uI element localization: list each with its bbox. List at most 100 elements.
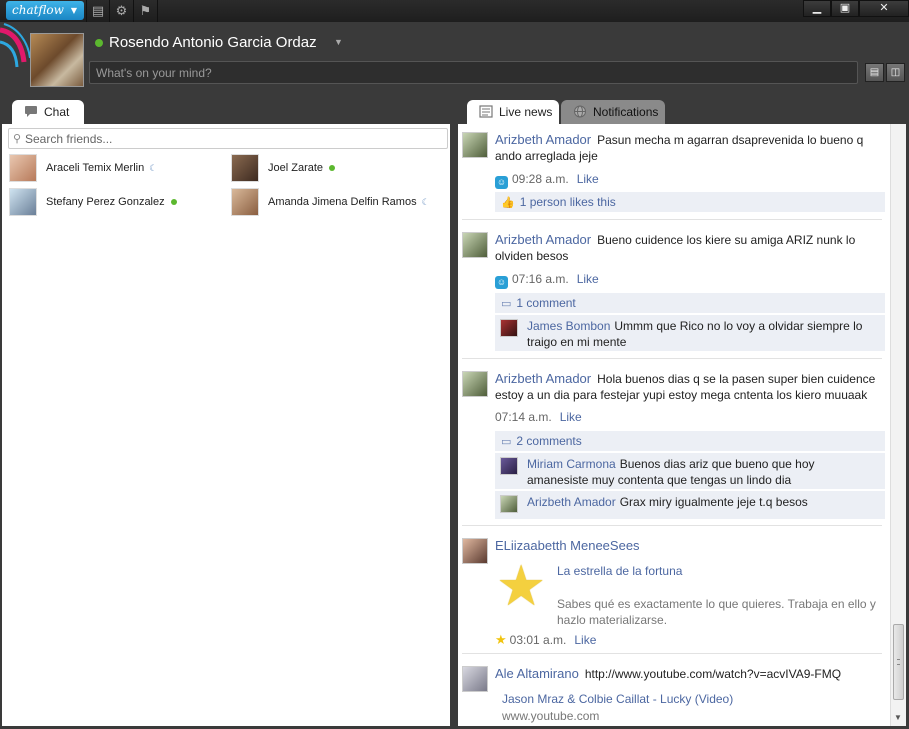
idle-moon-icon: ☾ [421, 197, 430, 207]
divider [462, 525, 882, 526]
single-column-view-icon[interactable]: ▤ [865, 63, 884, 82]
chatflow-menu-button[interactable]: chatflow ▼ [6, 1, 84, 20]
comments-bar[interactable]: ▭ 2 comments [495, 431, 885, 451]
search-friends-input[interactable] [25, 130, 445, 147]
comment-avatar[interactable] [500, 495, 518, 513]
attachment-description: Sabes qué es exactamente lo que quieres.… [557, 597, 876, 627]
minimize-button[interactable]: ▁ [803, 0, 831, 17]
tab-label: Notifications [593, 105, 659, 119]
status-input[interactable] [89, 61, 858, 84]
star-image[interactable]: ★ [496, 558, 546, 614]
comment-avatar[interactable] [500, 319, 518, 337]
toolbar-icons: ▤ ⚙ ⚑ [86, 0, 158, 22]
likes-count: 1 person likes this [519, 195, 616, 209]
comments-bar[interactable]: ▭ 1 comment [495, 293, 885, 313]
post-author[interactable]: Ale Altamirano [495, 666, 579, 681]
comment-author[interactable]: Arizbeth Amador [527, 495, 616, 509]
attachment-domain: www.youtube.com [502, 709, 600, 723]
online-status-icon [170, 199, 177, 205]
feed-scrollbar[interactable]: ▼ [890, 124, 906, 726]
chevron-down-icon: ▼ [70, 6, 77, 15]
post-time: 07:14 a.m. [495, 410, 552, 424]
friend-name: Joel Zarate [268, 162, 324, 174]
comments-count: 1 comment [516, 296, 576, 310]
online-status-icon [329, 165, 336, 171]
tab-label: Chat [44, 105, 70, 119]
comment-text: Grax miry igualmente jeje t.q besos [619, 495, 808, 509]
post-time: 09:28 a.m. [512, 172, 569, 186]
globe-icon [574, 105, 586, 118]
like-link[interactable]: Like [577, 172, 599, 186]
maximize-button[interactable]: ▣ [831, 0, 859, 17]
thumbs-up-icon: 👍 [501, 197, 515, 209]
tab-notifications[interactable]: Notifications [561, 100, 665, 124]
post-avatar[interactable] [462, 371, 488, 397]
scroll-down-arrow-icon[interactable]: ▼ [894, 713, 902, 722]
window-controls: ▁ ▣ ✕ [803, 0, 909, 17]
comment-icon: ▭ [501, 298, 512, 310]
comments-count: 2 comments [516, 434, 582, 448]
post-time: 03:01 a.m. [509, 633, 567, 647]
comment-icon: ▭ [501, 436, 512, 448]
post-author[interactable]: Arizbeth Amador [495, 132, 591, 147]
two-column-view-icon[interactable]: ◫ [886, 63, 905, 82]
tab-chat[interactable]: Chat [12, 100, 84, 124]
friend-avatar [231, 188, 259, 216]
post-author[interactable]: Arizbeth Amador [495, 232, 591, 247]
close-button[interactable]: ✕ [859, 0, 909, 17]
attachment-title[interactable]: La estrella de la fortuna [557, 564, 682, 578]
comment: Arizbeth Amador Grax miry igualmente jeje… [495, 491, 885, 519]
decorative-swoosh [0, 23, 30, 68]
friend-avatar [9, 188, 37, 216]
comment-author[interactable]: James Bombon [527, 319, 610, 333]
post-author[interactable]: Arizbeth Amador [495, 371, 591, 386]
chat-bubble-icon [25, 106, 37, 117]
post-text[interactable]: http://www.youtube.com/watch?v=acvIVA9-F… [585, 667, 841, 681]
post-avatar[interactable] [462, 132, 488, 158]
tab-live-news[interactable]: Live news [467, 100, 559, 124]
divider [462, 358, 882, 359]
like-link[interactable]: Like [560, 410, 582, 424]
friend-avatar [231, 154, 259, 182]
grip-icon [897, 659, 900, 665]
idle-moon-icon: ☾ [149, 163, 158, 173]
chat-panel: ⚲ Araceli Temix Merlin ☾ Joel Zarate Stef… [2, 124, 450, 726]
divider [462, 219, 882, 220]
likes-bar[interactable]: 👍 1 person likes this [495, 192, 885, 212]
like-link[interactable]: Like [574, 633, 596, 647]
search-box: ⚲ [8, 128, 448, 149]
post-author[interactable]: ELiizaabetth MeneeSees [495, 538, 640, 553]
newspaper-icon [479, 105, 493, 118]
comment-avatar[interactable] [500, 457, 518, 475]
post-avatar[interactable] [462, 232, 488, 258]
star-app-icon: ★ [495, 632, 507, 647]
post-avatar[interactable] [462, 666, 488, 692]
running-man-icon[interactable]: ⚑ [134, 0, 158, 22]
tab-label: Live news [499, 105, 553, 119]
comment: Miriam Carmona Buenos dias ariz que bueno… [495, 453, 885, 489]
attachment-title[interactable]: Jason Mraz & Colbie Caillat - Lucky (Vid… [502, 692, 733, 706]
post-avatar[interactable] [462, 538, 488, 564]
online-status-icon [95, 39, 103, 47]
search-icon: ⚲ [13, 133, 22, 145]
comment: James Bombon Ummm que Rico no lo voy a ol… [495, 315, 885, 351]
friend-name: Araceli Temix Merlin [46, 162, 145, 174]
chevron-down-icon[interactable]: ▼ [334, 37, 343, 47]
app-logo: chatflow [12, 3, 64, 17]
comment-author[interactable]: Miriam Carmona [527, 457, 616, 471]
title-bar: chatflow ▼ ▤ ⚙ ⚑ ▁ ▣ ✕ [0, 0, 909, 22]
user-name[interactable]: Rosendo Antonio Garcia Ordaz [109, 33, 317, 53]
mobile-icon: ☺ [495, 276, 508, 289]
scrollbar-thumb[interactable] [893, 624, 904, 700]
friend-name: Stefany Perez Gonzalez [46, 196, 165, 208]
post-time: 07:16 a.m. [512, 272, 569, 286]
message-icon[interactable]: ▤ [86, 0, 110, 22]
like-link[interactable]: Like [577, 272, 599, 286]
divider [462, 653, 882, 654]
live-news-panel: Arizbeth Amador Pasun mecha m agarran dsa… [458, 124, 906, 726]
mobile-icon: ☺ [495, 176, 508, 189]
friend-avatar [9, 154, 37, 182]
gear-icon[interactable]: ⚙ [110, 0, 134, 22]
user-avatar[interactable] [30, 33, 84, 87]
friend-name: Amanda Jimena Delfin Ramos [268, 196, 417, 208]
